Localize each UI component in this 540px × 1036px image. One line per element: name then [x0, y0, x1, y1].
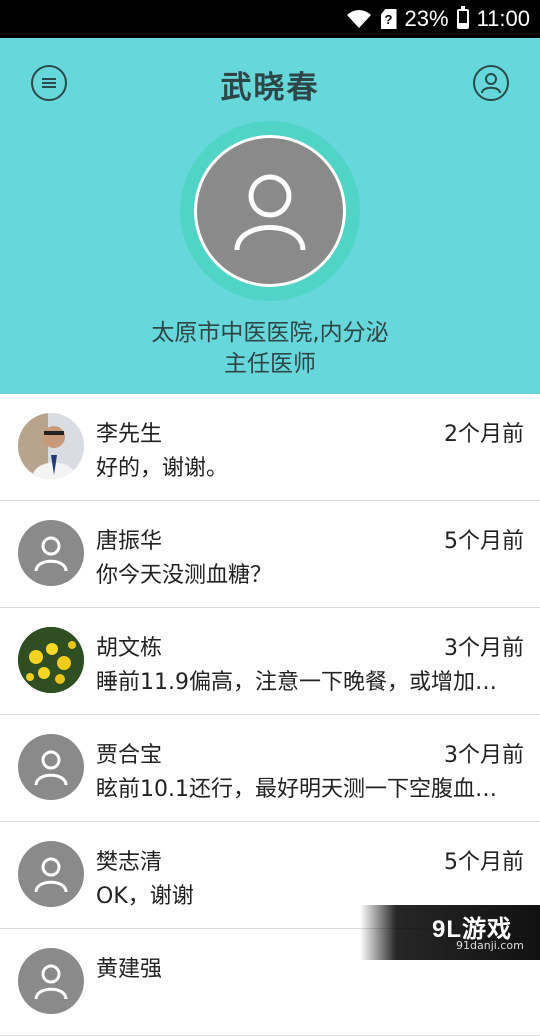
- man-photo-avatar-icon: [18, 413, 84, 479]
- message-time: 5个月前: [444, 850, 524, 875]
- doctor-header: 武晓春 太原市中医医院,内分泌 主任医师: [0, 38, 540, 394]
- contact-name: 唐振华: [96, 529, 163, 554]
- default-avatar-icon: [34, 536, 68, 572]
- message-preview: 好的，谢谢。: [96, 456, 229, 481]
- doctor-avatar[interactable]: [194, 135, 346, 287]
- status-bar: ? 23% 11:00: [0, 0, 540, 38]
- default-avatar-icon: [234, 174, 306, 251]
- conversation-item[interactable]: 唐振华 5个月前 你今天没测血糖？: [0, 501, 540, 608]
- watermark-site: 91danji.com: [456, 939, 524, 952]
- default-avatar-icon: [34, 964, 68, 1000]
- avatar: [18, 948, 84, 1014]
- conversation-item[interactable]: 胡文栋 3个月前 睡前11.9偏高，注意一下晚餐，或增加…: [0, 608, 540, 715]
- doctor-avatar-ring: [180, 121, 360, 301]
- user-profile-icon: [481, 73, 501, 94]
- avatar: [18, 413, 84, 479]
- message-time: 3个月前: [444, 636, 524, 661]
- message-time: 3个月前: [444, 743, 524, 768]
- battery-icon: [456, 6, 469, 29]
- sim-unknown-icon: ?: [380, 9, 397, 29]
- conversation-item[interactable]: 贾合宝 3个月前 眩前10.1还行，最好明天测一下空腹血…: [0, 715, 540, 822]
- default-avatar-icon: [34, 857, 68, 893]
- contact-name: 胡文栋: [96, 636, 163, 661]
- battery-percent: 23%: [404, 6, 449, 31]
- conversation-item[interactable]: 李先生 2个月前 好的，谢谢。: [0, 394, 540, 501]
- default-avatar-icon: [34, 750, 68, 786]
- clock: 11:00: [476, 6, 530, 31]
- wifi-icon: [345, 8, 373, 30]
- message-time: 5个月前: [444, 529, 524, 554]
- doctor-info: 太原市中医医院,内分泌 主任医师: [0, 318, 540, 380]
- page-title: 武晓春: [220, 70, 320, 106]
- avatar: [18, 734, 84, 800]
- message-preview: 眩前10.1还行，最好明天测一下空腹血…: [96, 777, 497, 802]
- flowers-photo-avatar-icon: [18, 627, 84, 693]
- avatar: [18, 627, 84, 693]
- message-preview: 你今天没测血糖？: [96, 563, 273, 588]
- contact-name: 李先生: [96, 422, 163, 447]
- profile-button[interactable]: [473, 65, 509, 101]
- message-time: 2个月前: [444, 422, 524, 447]
- contact-name: 黄建强: [96, 957, 163, 982]
- message-preview: 睡前11.9偏高，注意一下晚餐，或增加…: [96, 670, 497, 695]
- site-watermark: 9L游戏 91danji.com: [360, 905, 540, 960]
- avatar: [18, 841, 84, 907]
- avatar: [18, 520, 84, 586]
- doctor-hospital: 太原市中医医院,内分泌: [151, 320, 389, 346]
- contact-name: 贾合宝: [96, 743, 163, 768]
- contact-name: 樊志清: [96, 850, 163, 875]
- doctor-position: 主任医师: [224, 351, 316, 377]
